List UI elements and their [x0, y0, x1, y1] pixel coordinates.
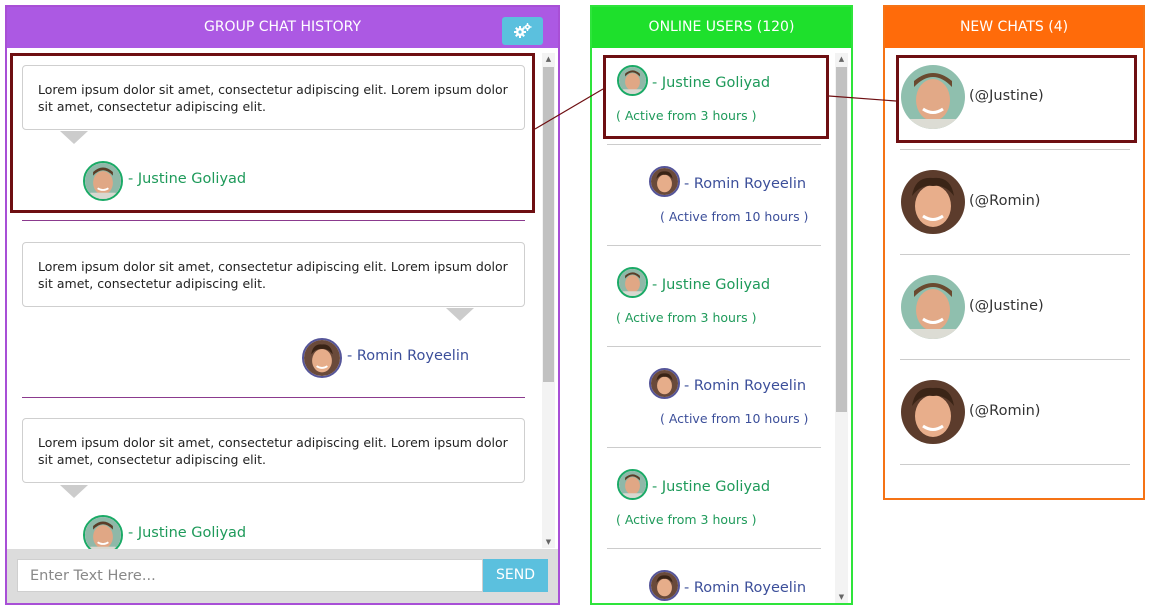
avatar[interactable] — [901, 380, 965, 444]
send-button[interactable]: SEND — [483, 559, 548, 592]
message-divider — [22, 220, 525, 221]
online-user-status: ( Active from 10 hours ) — [660, 411, 809, 426]
bubble-tail — [60, 485, 88, 498]
list-divider — [900, 254, 1130, 255]
online-users-header: ONLINE USERS (120) — [592, 7, 851, 48]
message-input[interactable] — [17, 559, 483, 592]
chat-input-bar: SEND — [7, 549, 558, 603]
chat-message-bubble: Lorem ipsum dolor sit amet, consectetur … — [22, 242, 525, 307]
avatar[interactable] — [617, 267, 648, 298]
settings-button[interactable] — [502, 17, 543, 45]
online-user-name[interactable]: - Romin Royeelin — [684, 176, 806, 192]
online-users-scrollbar[interactable]: ▲ ▼ — [835, 53, 848, 603]
message-divider — [22, 397, 525, 398]
scroll-down-arrow-icon[interactable]: ▼ — [542, 537, 555, 547]
message-sender: - Romin Royeelin — [347, 348, 470, 364]
avatar[interactable] — [649, 570, 680, 601]
list-divider — [900, 149, 1130, 150]
online-user-name[interactable]: - Romin Royeelin — [684, 580, 806, 596]
scrollbar-thumb[interactable] — [836, 67, 847, 412]
highlight-box-new-chat — [896, 55, 1137, 143]
avatar[interactable] — [649, 166, 680, 197]
list-divider — [607, 346, 821, 347]
avatar[interactable] — [901, 170, 965, 234]
list-divider — [900, 464, 1130, 465]
avatar[interactable] — [617, 469, 648, 500]
new-chat-handle[interactable]: (@Romin) — [969, 403, 1040, 419]
new-chat-handle[interactable]: (@Romin) — [969, 193, 1040, 209]
scrollbar-thumb[interactable] — [543, 67, 554, 382]
new-chats-header: NEW CHATS (4) — [885, 7, 1143, 48]
avatar[interactable] — [302, 338, 342, 378]
online-user-name[interactable]: - Justine Goliyad — [652, 277, 770, 293]
online-user-status: ( Active from 3 hours ) — [616, 512, 757, 527]
online-user-name[interactable]: - Romin Royeelin — [684, 378, 806, 394]
list-divider — [607, 245, 821, 246]
list-divider — [900, 359, 1130, 360]
online-user-status: ( Active from 3 hours ) — [616, 310, 757, 325]
online-user-status: ( Active from 10 hours ) — [660, 209, 809, 224]
scroll-up-arrow-icon[interactable]: ▲ — [835, 54, 848, 64]
chat-scrollbar[interactable]: ▲ ▼ — [542, 53, 555, 548]
group-chat-title: GROUP CHAT HISTORY — [203, 19, 362, 35]
avatar[interactable] — [649, 368, 680, 399]
bubble-tail — [446, 308, 474, 321]
highlight-box-online-user — [603, 55, 829, 139]
new-chat-handle[interactable]: (@Justine) — [969, 298, 1044, 314]
online-user-name[interactable]: - Justine Goliyad — [652, 479, 770, 495]
avatar[interactable] — [901, 275, 965, 339]
list-divider — [607, 447, 821, 448]
chat-message-bubble: Lorem ipsum dolor sit amet, consectetur … — [22, 418, 525, 483]
list-divider — [607, 548, 821, 549]
gears-icon — [513, 23, 531, 38]
highlight-box-chat-message — [10, 53, 535, 213]
scroll-down-arrow-icon[interactable]: ▼ — [835, 592, 848, 602]
message-sender: - Justine Goliyad — [128, 525, 247, 541]
group-chat-header: GROUP CHAT HISTORY — [7, 7, 558, 48]
list-divider — [607, 144, 821, 145]
scroll-up-arrow-icon[interactable]: ▲ — [542, 54, 555, 64]
